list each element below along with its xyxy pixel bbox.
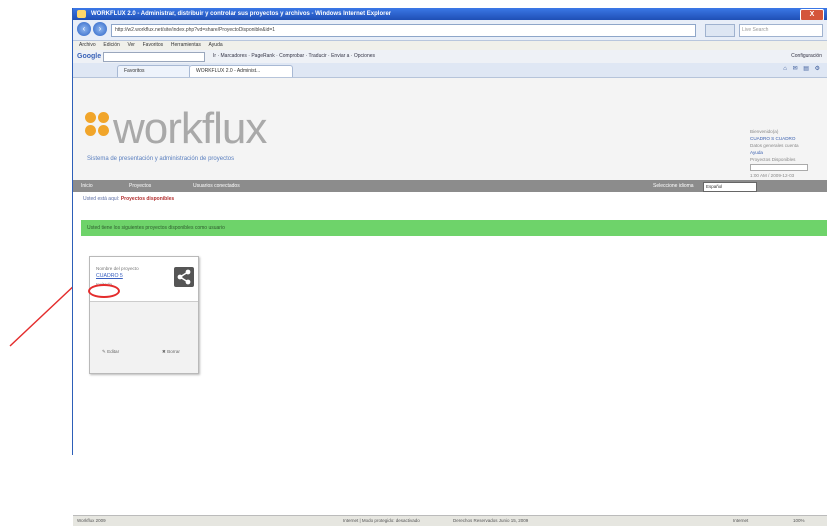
- menu-item-favoritos[interactable]: Favoritos: [143, 42, 164, 48]
- google-toolbar: Google Ir · Marcadores · PageRank · Comp…: [73, 50, 827, 64]
- project-card: Nombre del proyecto CUADRO 5 Invitado ✎ …: [89, 256, 199, 374]
- annotation-circle: [88, 284, 120, 298]
- language-label: Seleccione idioma: [653, 183, 694, 189]
- user-box: Bienvenido(a) CUADRO S CUADRO Datos gene…: [750, 128, 820, 179]
- status-mid: Internet | Modo protegido: desactivado: [343, 518, 420, 523]
- edit-label: Editar: [107, 349, 120, 354]
- site-toolbar: Inicio Proyectos Usuarios conectados Sel…: [73, 180, 827, 192]
- forward-icon[interactable]: ›: [93, 22, 107, 36]
- toolbar-proyectos[interactable]: Proyectos: [129, 180, 151, 192]
- tab-bar: Favoritos WORKFLUX 2.0 - Administ... ⌂ ✉…: [73, 63, 827, 78]
- time-text: 1:00 AM / 2009-12-03: [750, 173, 795, 178]
- site-header: workflux Sistema de presentación y admin…: [73, 78, 827, 181]
- edit-button[interactable]: ✎ Editar: [102, 349, 119, 355]
- help-link[interactable]: Ayuda: [750, 149, 820, 156]
- delete-label: Borrar: [167, 349, 180, 354]
- status-left: Workflux 2009: [77, 518, 106, 523]
- tab-workflux[interactable]: WORKFLUX 2.0 - Administ...: [189, 65, 293, 77]
- google-config-button[interactable]: Configuración: [791, 50, 822, 63]
- browser-window: WORKFLUX 2.0 - Administrar, distribuir y…: [72, 8, 827, 526]
- breadcrumb: Usted está aquí: Proyectos disponibles: [83, 196, 174, 202]
- tab-favoritos[interactable]: Favoritos: [117, 65, 191, 77]
- status-zone: Internet: [733, 518, 749, 523]
- title-bar: WORKFLUX 2.0 - Administrar, distribuir y…: [73, 8, 827, 21]
- welcome-text: Bienvenido(a): [750, 129, 779, 134]
- window-title: WORKFLUX 2.0 - Administrar, distribuir y…: [91, 11, 392, 17]
- user-name-link[interactable]: CUADRO S CUADRO: [750, 135, 820, 142]
- ie-icon: [77, 10, 86, 18]
- search-label: Proyectos Disponibles: [750, 157, 796, 162]
- brand-name: workflux: [113, 104, 267, 153]
- menu-item-ayuda[interactable]: Ayuda: [209, 42, 223, 48]
- status-bar: Workflux 2009 Internet | Modo protegido:…: [73, 515, 827, 526]
- toolbar-inicio[interactable]: Inicio: [81, 180, 93, 192]
- search-input[interactable]: Live Search: [739, 24, 823, 37]
- google-logo: Google: [77, 53, 102, 60]
- share-icon[interactable]: [174, 267, 194, 287]
- breadcrumb-current[interactable]: Proyectos disponibles: [121, 196, 174, 202]
- zoom-level[interactable]: 100%: [793, 516, 805, 526]
- menu-item-edicion[interactable]: Edición: [103, 42, 119, 48]
- toolbar-usuarios[interactable]: Usuarios conectados: [193, 180, 240, 192]
- account-info-link[interactable]: Datos generales cuenta: [750, 142, 820, 149]
- user-search-input[interactable]: [750, 164, 808, 171]
- address-input[interactable]: http://w2.workflux.net/site/index.php?vd…: [111, 24, 696, 37]
- breadcrumb-prefix: Usted está aquí:: [83, 196, 120, 202]
- status-mid2: Derechos Reservados Junio 15, 2009: [453, 518, 529, 523]
- delete-button[interactable]: ✖ Borrar: [162, 349, 180, 355]
- notice-bar: Usted tiene los siguientes proyectos dis…: [81, 220, 827, 236]
- menu-bar: Archivo Edición Ver Favoritos Herramient…: [73, 41, 827, 50]
- menu-item-archivo[interactable]: Archivo: [79, 42, 96, 48]
- workflux-logo-icon: [85, 112, 111, 138]
- project-name-link[interactable]: CUADRO 5: [96, 273, 123, 279]
- project-name-label: Nombre del proyecto: [96, 266, 139, 271]
- refresh-button[interactable]: [705, 24, 735, 37]
- menu-item-ver[interactable]: Ver: [127, 42, 135, 48]
- google-toolbar-items[interactable]: Ir · Marcadores · PageRank · Comprobar ·…: [213, 50, 375, 63]
- menu-item-herramientas[interactable]: Herramientas: [171, 42, 201, 48]
- browser-tools-icons[interactable]: ⌂ ✉ ▤ ⚙: [783, 65, 822, 72]
- back-icon[interactable]: ‹: [77, 22, 91, 36]
- address-toolbar: ‹ › http://w2.workflux.net/site/index.ph…: [73, 20, 827, 41]
- web-page: workflux Sistema de presentación y admin…: [73, 78, 827, 526]
- brand-tagline: Sistema de presentación y administración…: [87, 156, 235, 162]
- google-search-input[interactable]: [103, 52, 205, 62]
- language-select[interactable]: Español: [703, 182, 757, 192]
